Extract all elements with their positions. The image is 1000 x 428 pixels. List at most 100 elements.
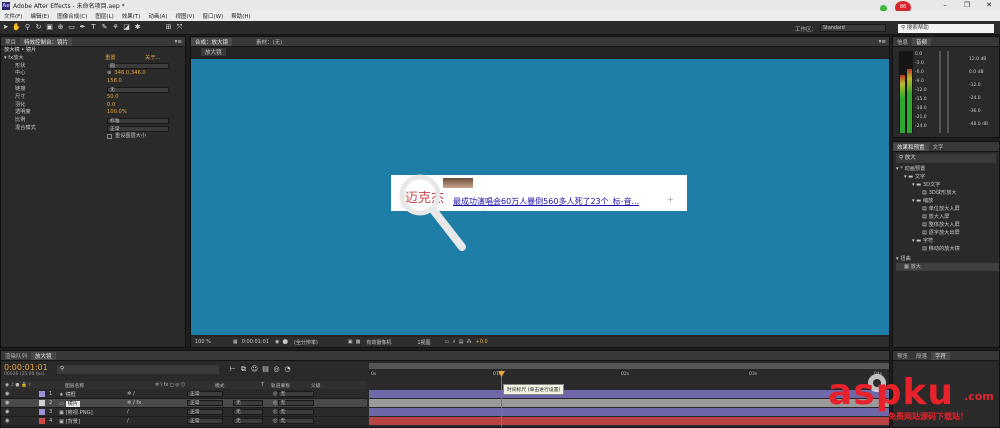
timeline-icon[interactable]: ▤ <box>459 339 464 345</box>
eraser-tool-icon[interactable]: ◪ <box>122 23 131 32</box>
tab-audio[interactable]: 音频 <box>912 37 932 46</box>
motion-blur-icon[interactable]: ◎ <box>272 365 281 374</box>
channel-icon[interactable]: ⬤ <box>282 339 288 345</box>
help-search-input[interactable]: ⚲ 搜索帮助 <box>898 24 994 33</box>
about-link[interactable]: 关于... <box>145 55 160 63</box>
axis-mode-icon[interactable]: ⤧ <box>175 23 184 32</box>
expand-arrow-icon[interactable]: ▾ fx <box>4 55 13 63</box>
prop-shape-dropdown[interactable]: 圆 <box>107 63 169 70</box>
parent-dropdown[interactable]: 无 <box>277 418 314 424</box>
layer-name[interactable]: ★ 镜框 <box>59 391 127 398</box>
prop-center-value[interactable]: 346.0,346.0 <box>114 70 145 78</box>
menu-view[interactable]: 视图(V) <box>175 12 194 20</box>
tree-item[interactable]: ▾ * 动画预置 <box>896 165 999 173</box>
magnification-ratio[interactable]: 100 % <box>195 339 211 345</box>
tree-item[interactable]: ▾ ▬ 字符 <box>896 237 999 245</box>
tree-item[interactable]: ▤ 整体放大入屏 <box>896 221 999 229</box>
tree-item[interactable]: ▤ 移动的放大镜 <box>896 245 999 253</box>
layer-bar[interactable] <box>369 399 889 407</box>
tree-item[interactable]: ▤ 单位放大入屏 <box>896 205 999 213</box>
tree-item[interactable]: ▾ ▬ 缩放 <box>896 197 999 205</box>
pen-tool-icon[interactable]: ✒ <box>78 23 87 32</box>
table-row[interactable]: ◉ 1 ★ 镜框 ✲ / 正常 ◎ 无 <box>1 390 367 399</box>
transparency-grid-icon[interactable]: ▩ <box>356 339 361 345</box>
layer-switches[interactable]: / <box>127 409 187 415</box>
tree-item[interactable]: ▾ ▬ 文字 <box>896 173 999 181</box>
tree-item[interactable]: ▦ 放大 <box>896 263 999 271</box>
label-color-swatch[interactable] <box>39 391 45 397</box>
col-trkmat[interactable]: 轨道蒙板 <box>271 382 311 389</box>
view-layout-dropdown[interactable]: 1视图 <box>417 339 430 346</box>
clone-stamp-tool-icon[interactable]: ⚘ <box>111 23 120 32</box>
layer-search-input[interactable]: ⚲ <box>57 365 219 374</box>
parent-dropdown[interactable]: 无 <box>277 400 314 406</box>
camera-dropdown[interactable]: 有效摄像机 <box>366 339 391 346</box>
work-area-bar[interactable] <box>369 363 889 369</box>
trkmat-dropdown[interactable]: 无 <box>233 418 263 424</box>
pan-behind-tool-icon[interactable]: ⊕ <box>56 23 65 32</box>
frame-blending-icon[interactable]: ▤ <box>261 365 270 374</box>
label-color-swatch[interactable] <box>39 418 45 424</box>
panel-menu-icon[interactable]: ▾≡ <box>175 39 182 45</box>
comp-mini-flowchart-icon[interactable]: ⊢ <box>228 365 237 374</box>
tree-item[interactable]: ▤ 逐字放大出屏 <box>896 229 999 237</box>
reset-link[interactable]: 重置 <box>105 55 145 63</box>
timeline-timecode[interactable]: 0:00:01:01 <box>4 363 48 372</box>
tree-item[interactable]: ▾ ▬ 3D文字 <box>896 181 999 189</box>
prop-magnification-value[interactable]: 158.0 <box>107 78 122 86</box>
rectangle-mask-tool-icon[interactable]: ▭ <box>67 23 76 32</box>
viewer-canvas[interactable]: 迈克杰 最成功演唱会60万人暴倒560多人死了23个_标-音... + ... <box>191 59 889 335</box>
visibility-icon[interactable]: ◉ <box>5 391 35 397</box>
exposure-value[interactable]: +0.0 <box>476 339 488 345</box>
brush-tool-icon[interactable]: ✎ <box>100 23 109 32</box>
timeline-track-area[interactable]: 0s 01s 02s 03s 04s 时间标尺 (单击进行设置) <box>369 363 889 427</box>
tab-effect-controls[interactable]: 特效控制台：镜片 <box>20 37 73 46</box>
workspace-dropdown[interactable]: Standard <box>820 24 886 32</box>
text-tool-icon[interactable]: T <box>89 23 98 32</box>
graph-editor-icon[interactable]: ◔ <box>283 365 292 374</box>
puppet-tool-icon[interactable]: ✱ <box>133 23 142 32</box>
visibility-icon[interactable]: ◉ <box>5 409 35 415</box>
prop-size-value[interactable]: 50.0 <box>107 94 119 102</box>
menu-help[interactable]: 帮助(H) <box>231 12 250 20</box>
hand-tool-icon[interactable]: ✋ <box>12 23 21 32</box>
tab-composition[interactable]: 合成：放大镜 <box>191 37 233 46</box>
panel-menu-icon[interactable]: ▾≡ <box>879 39 886 45</box>
effects-search-input[interactable]: ⚲ 放大 <box>896 154 996 163</box>
table-row[interactable]: ◉ 3 ▣ [俯视.PNG] / 正常 无 ◎ 无 <box>1 408 367 417</box>
tab-effects-presets[interactable]: 效果和预置 <box>893 142 929 151</box>
layer-switches[interactable]: ✲ / fx <box>127 400 187 406</box>
prop-blend-mode-dropdown[interactable]: 正常 <box>107 125 169 132</box>
menu-composition[interactable]: 图像合成(C) <box>57 12 87 20</box>
tab-info[interactable]: 信息 <box>893 38 912 46</box>
layer-bar[interactable] <box>369 408 889 416</box>
prop-link-dropdown[interactable]: 无 <box>107 86 169 93</box>
layer-mode-dropdown[interactable]: 正常 <box>187 400 223 406</box>
layer-mode-dropdown[interactable]: 正常 <box>187 409 223 415</box>
layer-bar[interactable] <box>369 390 889 398</box>
minimize-button[interactable]: – <box>934 0 956 11</box>
footer-timecode[interactable]: 0:00:01:01 <box>242 339 269 345</box>
crosshair-icon[interactable]: ⊕ <box>107 70 111 78</box>
col-layer-name[interactable]: 图层名称 <box>65 382 155 389</box>
label-color-swatch[interactable] <box>39 409 45 415</box>
trkmat-dropdown[interactable]: 无 <box>233 400 263 406</box>
playhead[interactable] <box>501 370 502 427</box>
tree-item[interactable]: ▾ 扭曲 <box>896 255 999 263</box>
selection-tool-icon[interactable]: ➤ <box>1 23 10 32</box>
close-button[interactable]: ✕ <box>978 0 1000 11</box>
draft-3d-icon[interactable]: ⧉ <box>239 365 248 374</box>
toggle-pixel-icon[interactable]: ▭ <box>445 339 450 345</box>
tab-preview[interactable]: 预览 <box>893 352 912 360</box>
tab-render-queue[interactable]: 渲染队列 <box>1 352 31 360</box>
parent-dropdown[interactable]: 无 <box>277 409 314 415</box>
camera-tool-icon[interactable]: ▣ <box>45 23 54 32</box>
snap-icon[interactable]: ⊞ <box>164 23 173 32</box>
trkmat-dropdown[interactable]: 无 <box>233 409 263 415</box>
resolution-dropdown[interactable]: (全分辨率) <box>294 339 318 346</box>
prop-scaling-dropdown[interactable]: 标准 <box>107 118 169 125</box>
layer-name[interactable]: ▭ 镜片 <box>59 400 127 407</box>
zoom-tool-icon[interactable]: ⚲ <box>23 23 32 32</box>
layer-switches[interactable]: ✲ / <box>127 391 187 397</box>
region-icon[interactable]: ▣ <box>348 339 353 345</box>
